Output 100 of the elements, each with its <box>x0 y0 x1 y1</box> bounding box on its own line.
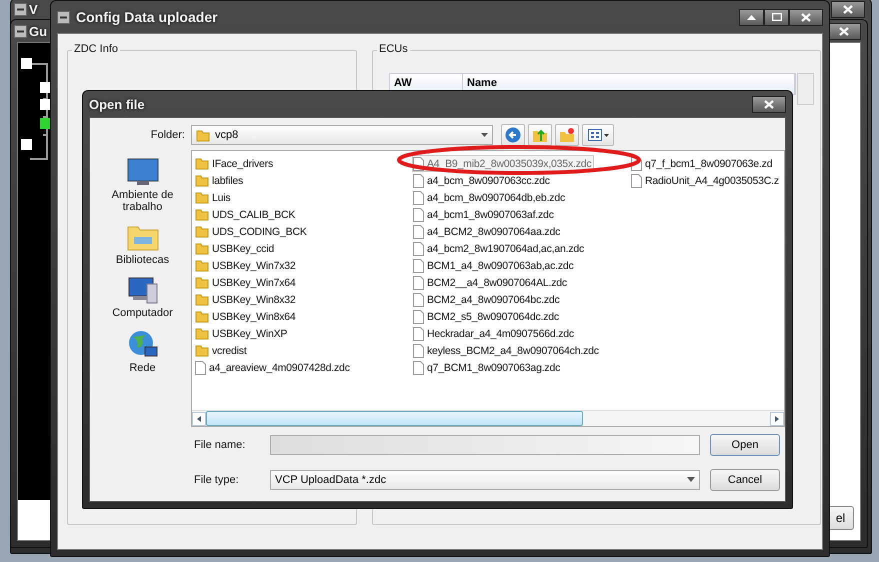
place-item[interactable]: Computador <box>98 276 188 319</box>
file-icon <box>413 344 424 358</box>
folder-item[interactable]: USBKey_Win7x32 <box>194 257 299 274</box>
folder-item[interactable]: vcredist <box>194 342 250 359</box>
file-item[interactable]: a4_bcm2_8w1907064ad,ac,an.zdc <box>412 240 588 257</box>
folder-icon <box>195 276 209 289</box>
group-title: ECUs <box>377 43 410 55</box>
folder-icon <box>195 174 209 187</box>
horizontal-scrollbar[interactable] <box>192 410 784 426</box>
close-icon <box>764 100 774 108</box>
folder-item[interactable]: USBKey_Win7x64 <box>194 274 299 291</box>
file-icon <box>413 326 424 340</box>
file-type-dropdown[interactable]: VCP UploadData *.zdc <box>270 470 700 490</box>
file-item[interactable]: a4_bcm_8w0907063cc.zdc <box>412 172 553 189</box>
close-icon <box>843 4 853 14</box>
window-menu-icon[interactable] <box>57 10 70 24</box>
close-icon <box>839 26 849 36</box>
window-menu-icon[interactable] <box>14 24 27 38</box>
place-item[interactable]: Rede <box>98 329 188 374</box>
folder-item[interactable]: USBKey_ccid <box>194 240 277 257</box>
folder-icon <box>195 157 209 170</box>
cancel-button[interactable]: Cancel <box>710 468 780 490</box>
dialog-title: Open file <box>89 96 145 112</box>
new-folder-icon <box>559 127 575 143</box>
folder-item[interactable]: labfiles <box>194 172 246 189</box>
file-icon <box>413 360 424 374</box>
folder-label: Folder: <box>150 129 186 141</box>
folder-icon <box>195 327 209 340</box>
folder-item[interactable]: Luis <box>194 189 234 206</box>
place-item[interactable]: Bibliotecas <box>98 223 188 266</box>
left-arrow-icon <box>197 416 201 422</box>
close-button[interactable] <box>831 0 865 18</box>
right-arrow-icon <box>775 416 779 422</box>
place-item[interactable]: Ambiente de trabalho <box>98 158 188 213</box>
close-button[interactable] <box>752 96 786 112</box>
scroll-thumb[interactable] <box>206 411 583 426</box>
file-item[interactable]: Heckradar_a4_4m0907566d.zdc <box>412 325 577 342</box>
folder-dropdown[interactable]: vcp8 <box>191 125 493 145</box>
view-menu-button[interactable] <box>582 124 614 146</box>
file-item[interactable]: a4_bcm1_8w0907063af.zdc <box>412 206 557 223</box>
maximize-button[interactable] <box>764 8 789 26</box>
scroll-right-button[interactable] <box>770 412 784 426</box>
folder-icon <box>195 242 209 255</box>
file-name-label: File name: <box>194 438 246 450</box>
window-menu-icon[interactable] <box>14 2 27 16</box>
file-name-field[interactable] <box>270 434 700 454</box>
folder-item[interactable]: USBKey_Win8x32 <box>194 291 299 308</box>
folder-icon <box>195 208 209 221</box>
file-icon <box>413 174 424 188</box>
back-button[interactable] <box>501 124 525 146</box>
dropdown-arrow-icon <box>687 477 695 482</box>
dropdown-arrow-icon <box>481 133 488 137</box>
file-item[interactable]: a4_bcm_8w0907064db,eb.zdc <box>412 189 568 206</box>
new-folder-button[interactable] <box>555 124 579 146</box>
file-item[interactable]: a4_areaview_4m0907428d.zdc <box>194 359 353 376</box>
scrollbar[interactable] <box>797 73 814 105</box>
folder-icon <box>195 191 209 204</box>
file-item[interactable]: a4_BCM2_8w0907064aa.zdc <box>412 223 564 240</box>
file-icon <box>413 208 424 222</box>
grid-view-icon <box>588 129 602 141</box>
folder-item[interactable]: UDS_CODING_BCK <box>194 223 310 240</box>
folder-item[interactable]: IFace_drivers <box>194 155 276 172</box>
folder-item[interactable]: USBKey_Win8x64 <box>194 308 299 325</box>
close-button[interactable] <box>789 8 823 26</box>
file-item[interactable]: BCM2_s5_8w0907064dc.zdc <box>412 308 562 325</box>
file-item[interactable]: BCM2__a4_8w0907064AL.zdc <box>412 274 570 291</box>
file-icon <box>413 310 424 324</box>
close-icon <box>801 12 811 22</box>
folder-item[interactable]: UDS_CALIB_BCK <box>194 206 298 223</box>
file-icon <box>413 292 424 306</box>
window-title: V <box>29 2 38 16</box>
open-button[interactable]: Open <box>710 434 780 456</box>
file-icon <box>631 174 642 188</box>
caret-icon <box>604 134 608 136</box>
file-icon <box>413 224 424 238</box>
maximize-icon <box>772 13 782 21</box>
folder-icon <box>195 259 209 272</box>
file-item[interactable]: keyless_BCM2_a4_8w0907064ch.zdc <box>412 342 602 359</box>
folder-icon <box>195 293 209 306</box>
file-item[interactable]: q7_f_bcm1_8w0907063e.zd <box>630 155 776 172</box>
folder-item[interactable]: USBKey_WinXP <box>194 325 290 342</box>
monitor-icon <box>126 158 158 186</box>
file-item[interactable]: BCM2_a4_8w0907064bc.zdc <box>412 291 563 308</box>
scroll-left-button[interactable] <box>192 412 206 426</box>
up-folder-button[interactable] <box>528 124 552 146</box>
group-title: ZDC Info <box>72 43 120 55</box>
file-item[interactable]: q7_BCM1_8w0907063ag.zdc <box>412 359 564 376</box>
folder-icon <box>196 128 210 142</box>
computer-icon <box>126 276 158 304</box>
file-icon <box>195 360 206 374</box>
close-button[interactable] <box>827 22 861 40</box>
file-item[interactable]: BCM1_a4_8w0907063ab,ac.zdc <box>412 257 577 274</box>
file-item[interactable]: RadioUnit_A4_4g0035053C.z <box>630 172 782 189</box>
globe-icon <box>126 329 158 359</box>
folder-up-icon <box>532 127 548 143</box>
file-icon <box>413 276 424 290</box>
cancel-button[interactable]: el <box>828 506 854 530</box>
file-type-label: File type: <box>194 474 240 486</box>
window-title: Config Data uploader <box>76 9 218 25</box>
minimize-button[interactable] <box>739 8 764 26</box>
